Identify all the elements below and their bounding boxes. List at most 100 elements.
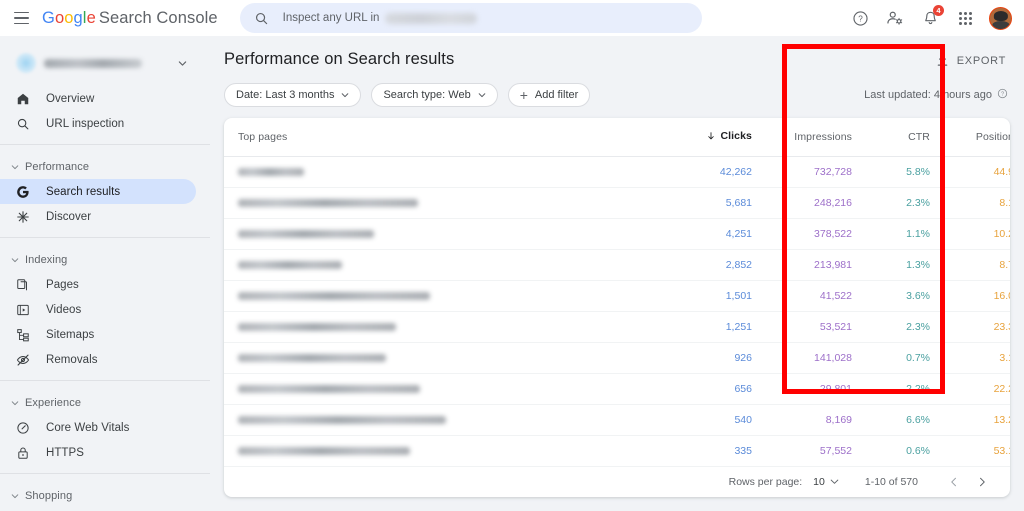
sidebar-item-label: Removals — [46, 353, 98, 366]
sidebar-item-removals[interactable]: Removals — [0, 347, 196, 372]
sidebar-item-url-inspection[interactable]: URL inspection — [0, 111, 196, 136]
google-logo-letter: e — [86, 8, 96, 27]
rows-per-page-select[interactable]: 10 — [813, 476, 839, 488]
sidebar-section-shopping[interactable]: Shopping — [0, 483, 210, 508]
sidebar-item-label: HTTPS — [46, 446, 84, 459]
sidebar-item-label: URL inspection — [46, 117, 125, 130]
cell-impressions: 141,028 — [766, 342, 866, 374]
property-selector[interactable] — [10, 46, 196, 80]
column-header-position[interactable]: Position — [944, 118, 1010, 157]
filter-bar: Date: Last 3 months Search type: Web + A… — [210, 71, 1024, 118]
cell-position: 8.1 — [944, 187, 1010, 219]
svg-text:?: ? — [858, 14, 863, 23]
redacted-page-url — [238, 260, 342, 269]
cell-page-url[interactable] — [224, 187, 674, 219]
cell-impressions: 213,981 — [766, 249, 866, 281]
column-header-impressions[interactable]: Impressions — [766, 118, 866, 157]
cell-clicks: 42,262 — [674, 156, 766, 188]
search-icon — [255, 12, 267, 24]
search-type-filter-chip[interactable]: Search type: Web — [371, 83, 498, 107]
sidebar-item-https[interactable]: HTTPS — [0, 440, 196, 465]
export-button[interactable]: EXPORT — [931, 50, 1010, 71]
sidebar-item-search-results[interactable]: Search results — [0, 179, 196, 204]
sidebar-item-label: Discover — [46, 210, 92, 223]
sidebar-item-label: Videos — [46, 303, 82, 316]
plus-icon: + — [519, 87, 528, 103]
table-row[interactable]: 42,262732,7285.8%44.9 — [224, 156, 1010, 188]
table-row[interactable]: 1,25153,5212.3%23.3 — [224, 311, 1010, 343]
cell-page-url[interactable] — [224, 156, 674, 188]
date-filter-chip[interactable]: Date: Last 3 months — [224, 83, 362, 107]
redacted-page-url — [238, 322, 396, 331]
google-logo-letter: g — [73, 8, 83, 27]
column-header-ctr[interactable]: CTR — [866, 118, 944, 157]
previous-page-button[interactable] — [940, 468, 968, 496]
table-row[interactable]: 2,852213,9811.3%8.7 — [224, 249, 1010, 281]
sidebar-item-overview[interactable]: Overview — [0, 86, 196, 111]
table-row[interactable]: 65629,8012.2%22.2 — [224, 373, 1010, 405]
google-apps-grid-icon[interactable] — [954, 7, 976, 29]
sidebar-item-sitemaps[interactable]: Sitemaps — [0, 322, 196, 347]
table-row[interactable]: 926141,0280.7%3.1 — [224, 342, 1010, 374]
arrow-down-icon — [708, 131, 715, 140]
date-filter-label: Date: Last 3 months — [236, 89, 335, 101]
search-console-app: Google Search Console Inspect any URL in … — [0, 0, 1024, 511]
table-row[interactable]: 5408,1696.6%13.2 — [224, 404, 1010, 436]
chevron-down-icon — [174, 55, 190, 71]
google-logo-letter: o — [64, 8, 74, 27]
cell-page-url[interactable] — [224, 218, 674, 250]
sidebar-item-pages[interactable]: Pages — [0, 272, 196, 297]
hamburger-menu-icon[interactable] — [8, 5, 34, 31]
column-header-clicks[interactable]: Clicks — [674, 118, 766, 157]
column-header-top-pages[interactable]: Top pages — [224, 118, 674, 157]
cell-impressions: 29,801 — [766, 373, 866, 405]
table-row[interactable]: 4,251378,5221.1%10.2 — [224, 218, 1010, 250]
cell-ctr: 5.8% — [866, 156, 944, 188]
help-circle-icon[interactable]: ? — [997, 88, 1008, 102]
cell-page-url[interactable] — [224, 311, 674, 343]
cell-position: 53.1 — [944, 435, 1010, 467]
cell-ctr: 3.6% — [866, 280, 944, 312]
cell-page-url[interactable] — [224, 280, 674, 312]
redacted-page-url — [238, 415, 446, 424]
next-page-button[interactable] — [968, 468, 996, 496]
sidebar-item-discover[interactable]: Discover — [0, 204, 196, 229]
chevron-down-icon — [8, 492, 22, 500]
cell-impressions: 53,521 — [766, 311, 866, 343]
page-title: Performance on Search results — [224, 50, 455, 68]
url-inspection-search-bar[interactable]: Inspect any URL in — [239, 3, 702, 33]
cell-position: 8.7 — [944, 249, 1010, 281]
sidebar-item-core-web-vitals[interactable]: Core Web Vitals — [0, 415, 196, 440]
cell-impressions: 57,552 — [766, 435, 866, 467]
table-row[interactable]: 5,681248,2162.3%8.1 — [224, 187, 1010, 219]
top-bar: Google Search Console Inspect any URL in … — [0, 0, 1024, 36]
notification-badge: 4 — [933, 5, 944, 16]
cell-page-url[interactable] — [224, 342, 674, 374]
cell-impressions: 248,216 — [766, 187, 866, 219]
cell-page-url[interactable] — [224, 435, 674, 467]
cell-page-url[interactable] — [224, 373, 674, 405]
top-pages-table: Top pages Clicks Impressions CTR Positio… — [224, 118, 1010, 467]
sitemap-icon — [14, 328, 32, 342]
svg-text:?: ? — [1001, 92, 1004, 98]
sidebar-item-videos[interactable]: Videos — [0, 297, 196, 322]
export-label: EXPORT — [956, 54, 1006, 67]
redacted-domain — [385, 12, 478, 24]
lock-icon — [14, 446, 32, 460]
help-icon[interactable]: ? — [849, 7, 871, 29]
notifications-bell-icon[interactable]: 4 — [919, 5, 944, 29]
sidebar-divider — [0, 144, 210, 145]
sidebar-section-indexing[interactable]: Indexing — [0, 247, 210, 272]
cell-page-url[interactable] — [224, 249, 674, 281]
table-row[interactable]: 33557,5520.6%53.1 — [224, 435, 1010, 467]
cell-impressions: 41,522 — [766, 280, 866, 312]
sidebar-section-experience[interactable]: Experience — [0, 390, 210, 415]
account-settings-icon[interactable] — [884, 7, 906, 29]
cell-ctr: 2.3% — [866, 187, 944, 219]
avatar[interactable] — [989, 6, 1012, 30]
cell-page-url[interactable] — [224, 404, 674, 436]
sidebar-section-performance[interactable]: Performance — [0, 154, 210, 179]
add-filter-chip[interactable]: + Add filter — [507, 83, 591, 107]
search-icon — [14, 117, 32, 131]
table-row[interactable]: 1,50141,5223.6%16.0 — [224, 280, 1010, 312]
